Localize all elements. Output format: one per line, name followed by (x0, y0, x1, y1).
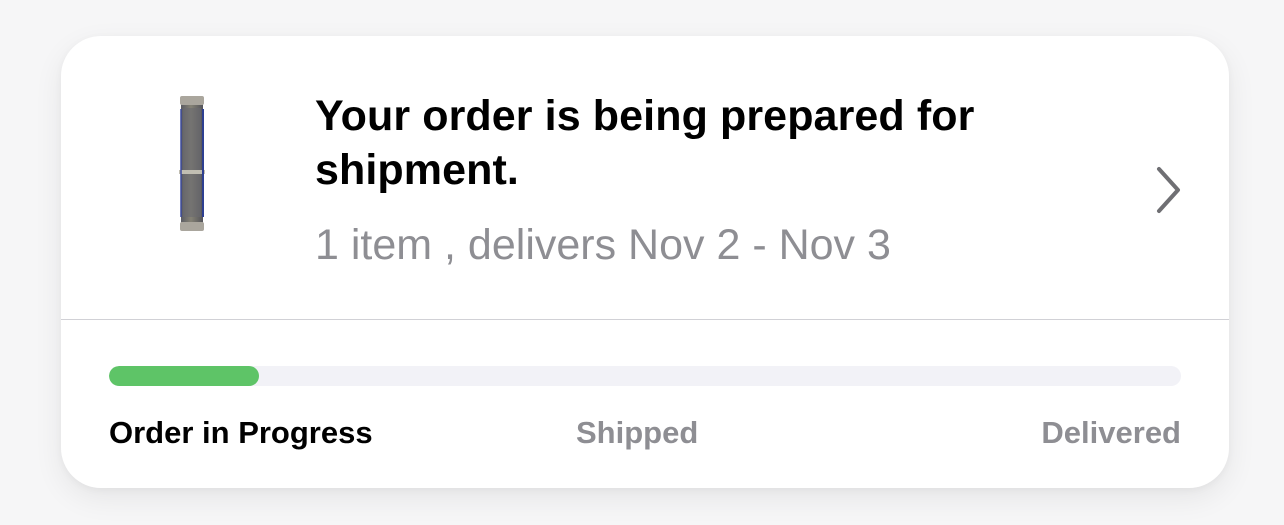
order-status-title: Your order is being prepared for shipmen… (315, 92, 975, 194)
order-status-card: Your order is being prepared for shipmen… (61, 36, 1229, 488)
chevron-right-icon[interactable] (1147, 164, 1187, 216)
delivery-summary: 1 item , delivers Nov 2 - Nov 3 (315, 221, 891, 269)
watch-band-image (179, 96, 205, 231)
order-progress-fill (109, 366, 260, 386)
stage-shipped: Shipped (576, 415, 699, 450)
order-details-row[interactable]: Your order is being prepared for shipmen… (61, 36, 1229, 319)
order-progress-track (109, 366, 1181, 386)
card-divider (61, 319, 1229, 320)
stage-order-in-progress: Order in Progress (109, 415, 373, 450)
stage-delivered: Delivered (1041, 415, 1181, 450)
